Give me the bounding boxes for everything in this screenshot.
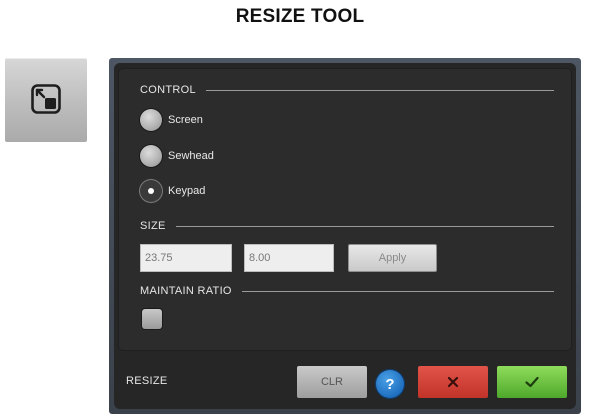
ratio-section-label: MAINTAIN RATIO	[140, 285, 232, 297]
cancel-button[interactable]	[418, 366, 488, 398]
radio-option-sewhead[interactable]: Sewhead	[140, 144, 214, 168]
height-input[interactable]	[244, 244, 334, 272]
dialog-content-panel: CONTROL Screen Sewhead Keypad SIZE 23.75…	[118, 68, 572, 351]
ratio-section-header: MAINTAIN RATIO	[140, 284, 554, 298]
section-divider	[241, 290, 554, 292]
resize-tool-button[interactable]	[5, 58, 87, 142]
size-section-header: SIZE	[140, 219, 554, 233]
section-divider	[205, 89, 554, 91]
ok-button[interactable]	[497, 366, 567, 398]
maintain-ratio-checkbox[interactable]	[142, 309, 162, 329]
section-divider	[175, 225, 554, 227]
radio-button[interactable]	[140, 145, 162, 167]
radio-label: Sewhead	[168, 150, 214, 162]
page-title: RESIZE TOOL	[235, 6, 365, 27]
help-button[interactable]: ?	[376, 370, 404, 398]
control-section-label: CONTROL	[140, 84, 196, 96]
apply-button[interactable]: Apply	[348, 244, 437, 272]
resize-tool-page: RESIZE TOOL CONTROL Screen Sewhead Keypa…	[0, 0, 600, 418]
checkmark-icon	[525, 376, 539, 388]
control-section-header: CONTROL	[140, 83, 554, 97]
radio-button[interactable]	[140, 109, 162, 131]
dialog-body: CONTROL Screen Sewhead Keypad SIZE 23.75…	[114, 63, 576, 409]
resize-dialog: CONTROL Screen Sewhead Keypad SIZE 23.75…	[109, 58, 581, 414]
resize-icon	[31, 84, 61, 114]
close-icon	[447, 376, 459, 388]
radio-option-screen[interactable]: Screen	[140, 108, 203, 132]
footer-label: RESIZE	[126, 375, 168, 387]
radio-label: Keypad	[168, 185, 206, 197]
radio-label: Screen	[168, 114, 203, 126]
clear-button[interactable]: CLR	[297, 366, 367, 398]
radio-option-keypad[interactable]: Keypad	[140, 179, 205, 203]
size-section-label: SIZE	[140, 220, 166, 232]
radio-button-selected[interactable]	[140, 180, 162, 202]
width-input[interactable]	[140, 244, 232, 272]
